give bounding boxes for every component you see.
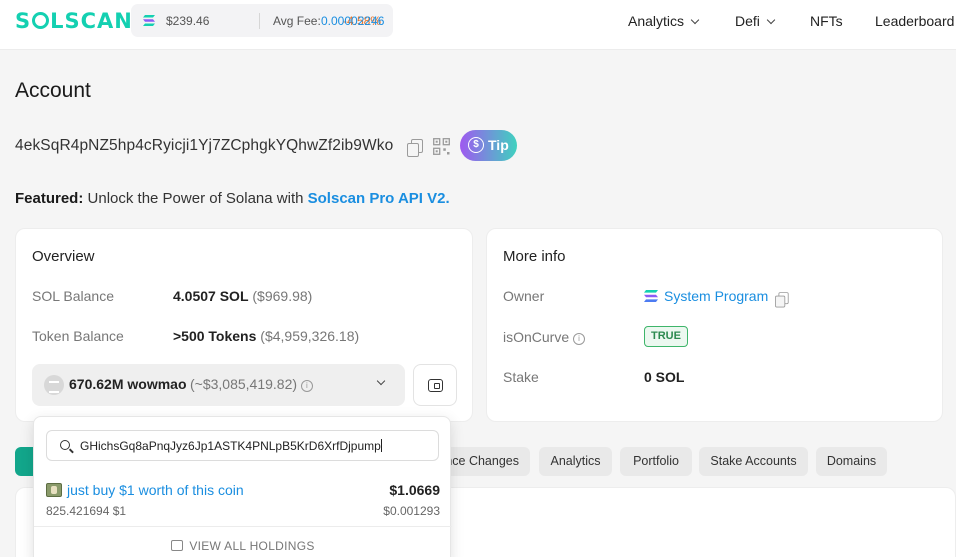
featured-banner: Featured: Unlock the Power of Solana wit… — [15, 190, 450, 207]
oncurve-label-text: isOnCurve — [503, 329, 570, 345]
owner-link[interactable]: System Program — [664, 288, 768, 304]
nav-label: NFTs — [810, 13, 843, 29]
holding-quantity: 825.421694 $1 — [46, 504, 127, 518]
text-caret — [380, 439, 382, 452]
wallet-holdings-button[interactable] — [413, 364, 457, 406]
nav-label: Leaderboard — [875, 13, 955, 29]
qr-code-icon[interactable] — [433, 138, 450, 155]
tab-domains[interactable]: Domains — [816, 447, 887, 476]
chevron-down-icon — [376, 376, 386, 386]
sol-balance-usd: ($969.98) — [252, 288, 313, 304]
sol-balance-amount: 4.0507 SOL — [173, 288, 249, 304]
copy-icon[interactable] — [407, 139, 423, 157]
holding-list-item[interactable]: just buy $1 worth of this coin $1.0669 8… — [34, 473, 452, 527]
chevron-down-icon — [766, 15, 776, 25]
info-icon: i — [300, 380, 313, 392]
page-title: Account — [15, 79, 91, 102]
dollar-coin-icon: $ — [468, 137, 484, 153]
solana-icon — [143, 15, 155, 26]
featured-text: Unlock the Power of Solana with — [87, 190, 304, 207]
holding-name[interactable]: just buy $1 worth of this coin — [67, 482, 244, 498]
info-icon: i — [573, 333, 586, 345]
token-icon — [44, 375, 64, 395]
chevron-down-icon — [690, 15, 700, 25]
token-logo-icon — [46, 483, 62, 497]
featured-link[interactable]: Solscan Pro API V2. — [308, 190, 450, 207]
token-holdings-select[interactable]: 670.62M wowmao (~$3,085,419.82) i — [32, 364, 405, 406]
avg-fee-value: 0.00002246 — [321, 14, 385, 28]
more-info-title: More info — [503, 248, 566, 265]
holding-value: $1.0669 — [389, 482, 440, 498]
oncurve-label: isOnCurve i — [503, 329, 586, 345]
tip-button[interactable]: $ Tip — [460, 130, 517, 161]
copy-icon[interactable] — [775, 292, 789, 308]
search-icon — [60, 440, 70, 450]
nav-analytics[interactable]: Analytics — [628, 13, 700, 29]
stake-label: Stake — [503, 369, 539, 385]
token-balance-amount: >500 Tokens — [173, 328, 257, 344]
sol-balance-value: 4.0507 SOL ($969.98) — [173, 288, 312, 304]
overview-title: Overview — [32, 248, 95, 265]
oncurve-badge: TRUE — [644, 326, 688, 347]
selected-holding-usd-text: (~$3,085,419.82) — [190, 376, 298, 392]
tab-analytics[interactable]: Analytics — [539, 447, 612, 476]
tip-label: Tip — [488, 137, 509, 153]
holdings-search-input[interactable]: GHichsGq8aPnqJyz6Jp1ASTK4PNLpB5KrD6XrfDj… — [46, 430, 439, 461]
nav-leaderboard[interactable]: Leaderboard — [875, 13, 954, 29]
tab-portfolio[interactable]: Portfolio — [620, 447, 692, 476]
stake-value: 0 SOL — [644, 369, 685, 385]
wallet-icon — [428, 379, 443, 392]
token-balance-label: Token Balance — [32, 328, 124, 344]
sol-price-pill: $239.46 -4.58% Avg Fee: 0.00002246 — [131, 4, 393, 37]
tab-stake-accounts[interactable]: Stake Accounts — [699, 447, 808, 476]
view-all-label: VIEW ALL HOLDINGS — [189, 539, 315, 553]
owner-label: Owner — [503, 288, 545, 304]
top-header: S LSCAN $239.46 -4.58% Avg Fee: 0.0000224… — [0, 0, 956, 50]
view-all-holdings-button[interactable]: VIEW ALL HOLDINGS — [34, 539, 452, 553]
wallet-icon — [171, 540, 184, 551]
nav-label: Analytics — [628, 13, 685, 29]
nav-nfts[interactable]: NFTs — [810, 13, 843, 29]
nav-label: Defi — [735, 13, 760, 29]
solana-program-icon — [644, 290, 658, 302]
featured-label: Featured: — [15, 190, 84, 207]
selected-holding-usd: (~$3,085,419.82) i — [190, 376, 313, 392]
solscan-logo[interactable]: S LSCAN — [15, 9, 133, 33]
token-balance-usd: ($4,959,326.18) — [260, 328, 360, 344]
pill-divider — [259, 13, 260, 29]
selected-holding-amount: 670.62M wowmao — [69, 376, 187, 392]
search-input-text: GHichsGq8aPnqJyz6Jp1ASTK4PNLpB5KrD6XrfDj… — [80, 439, 382, 453]
token-balance-value: >500 Tokens ($4,959,326.18) — [173, 328, 359, 344]
avg-fee-label: Avg Fee: — [273, 14, 321, 28]
search-query: GHichsGq8aPnqJyz6Jp1ASTK4PNLpB5KrD6XrfDj… — [80, 439, 381, 453]
nav-defi[interactable]: Defi — [735, 13, 776, 29]
holding-unit-price: $0.001293 — [383, 504, 440, 518]
sol-balance-label: SOL Balance — [32, 288, 114, 304]
account-address: 4ekSqR4pNZ5hp4cRyicji1Yj7ZCphgkYQhwZf2ib… — [15, 137, 394, 154]
sol-price: $239.46 — [166, 14, 210, 28]
holdings-dropdown: GHichsGq8aPnqJyz6Jp1ASTK4PNLpB5KrD6XrfDj… — [33, 416, 452, 557]
